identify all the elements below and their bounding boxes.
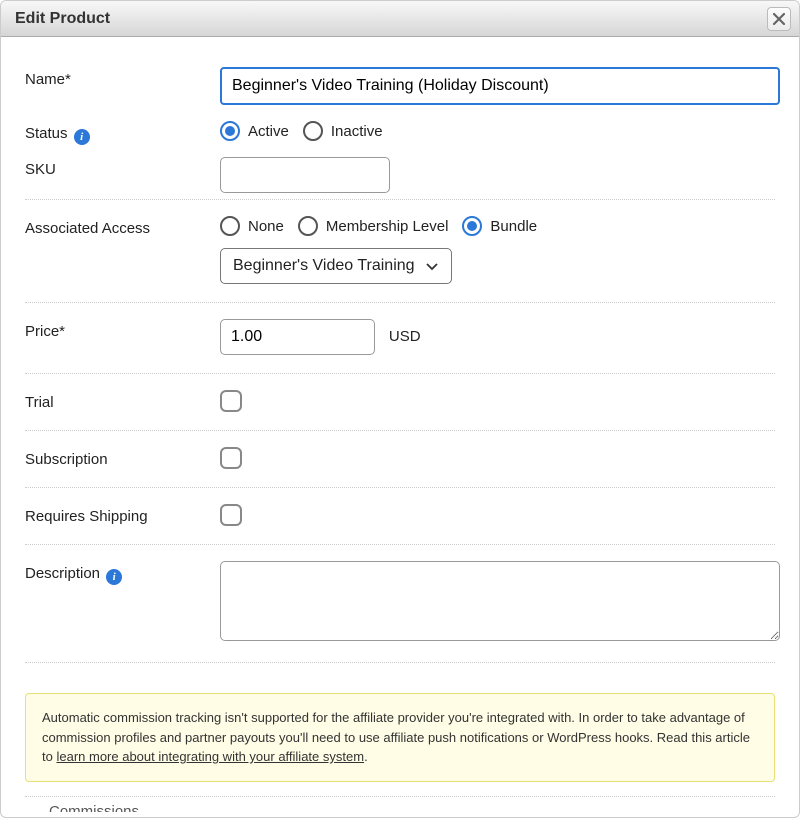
access-membership-label: Membership Level (326, 218, 449, 235)
close-button[interactable] (767, 7, 791, 31)
sku-label: SKU (25, 157, 220, 178)
access-bundle-label: Bundle (490, 218, 537, 235)
access-radio-bundle[interactable]: Bundle (462, 216, 537, 236)
info-icon[interactable]: i (74, 129, 90, 145)
row-price: Price* USD (25, 309, 775, 374)
shipping-checkbox[interactable] (220, 504, 242, 526)
edit-product-dialog: Edit Product Name* Status i (0, 0, 800, 818)
price-label: Price* (25, 319, 220, 340)
bundle-select-value: Beginner's Video Training (233, 257, 415, 275)
row-sku: SKU (25, 151, 775, 200)
dialog-title: Edit Product (15, 10, 110, 28)
row-status: Status i Active Inactive (25, 115, 775, 151)
row-access: Associated Access None Membership Level … (25, 206, 775, 303)
access-none-label: None (248, 218, 284, 235)
status-radio-active[interactable]: Active (220, 121, 289, 141)
subscription-checkbox[interactable] (220, 447, 242, 469)
trial-checkbox[interactable] (220, 390, 242, 412)
notice-link[interactable]: learn more about integrating with your a… (56, 749, 364, 764)
price-currency: USD (389, 328, 421, 345)
info-icon[interactable]: i (106, 569, 122, 585)
row-trial: Trial (25, 380, 775, 431)
close-icon (773, 13, 785, 25)
affiliate-notice: Automatic commission tracking isn't supp… (25, 693, 775, 782)
subscription-label: Subscription (25, 447, 220, 468)
status-active-label: Active (248, 123, 289, 140)
sku-input[interactable] (220, 157, 390, 193)
dialog-content: Name* Status i Active (1, 37, 799, 679)
notice-text-after: . (364, 749, 368, 764)
commissions-label: Commissions (25, 796, 775, 812)
status-radio-inactive[interactable]: Inactive (303, 121, 383, 141)
access-label: Associated Access (25, 216, 220, 237)
name-label: Name* (25, 67, 220, 88)
status-inactive-label: Inactive (331, 123, 383, 140)
row-shipping: Requires Shipping (25, 494, 775, 545)
trial-label: Trial (25, 390, 220, 411)
row-subscription: Subscription (25, 437, 775, 488)
bundle-select[interactable]: Beginner's Video Training (220, 248, 452, 284)
shipping-label: Requires Shipping (25, 504, 220, 525)
status-label: Status (25, 125, 68, 142)
access-radio-none[interactable]: None (220, 216, 284, 236)
description-textarea[interactable] (220, 561, 780, 641)
chevron-down-icon (425, 259, 439, 273)
name-input[interactable] (220, 67, 780, 105)
access-radio-membership[interactable]: Membership Level (298, 216, 449, 236)
price-input[interactable] (220, 319, 375, 355)
description-label: Description (25, 565, 100, 582)
dialog-titlebar: Edit Product (1, 1, 799, 37)
row-name: Name* (25, 57, 775, 115)
row-description: Description i (25, 551, 775, 663)
